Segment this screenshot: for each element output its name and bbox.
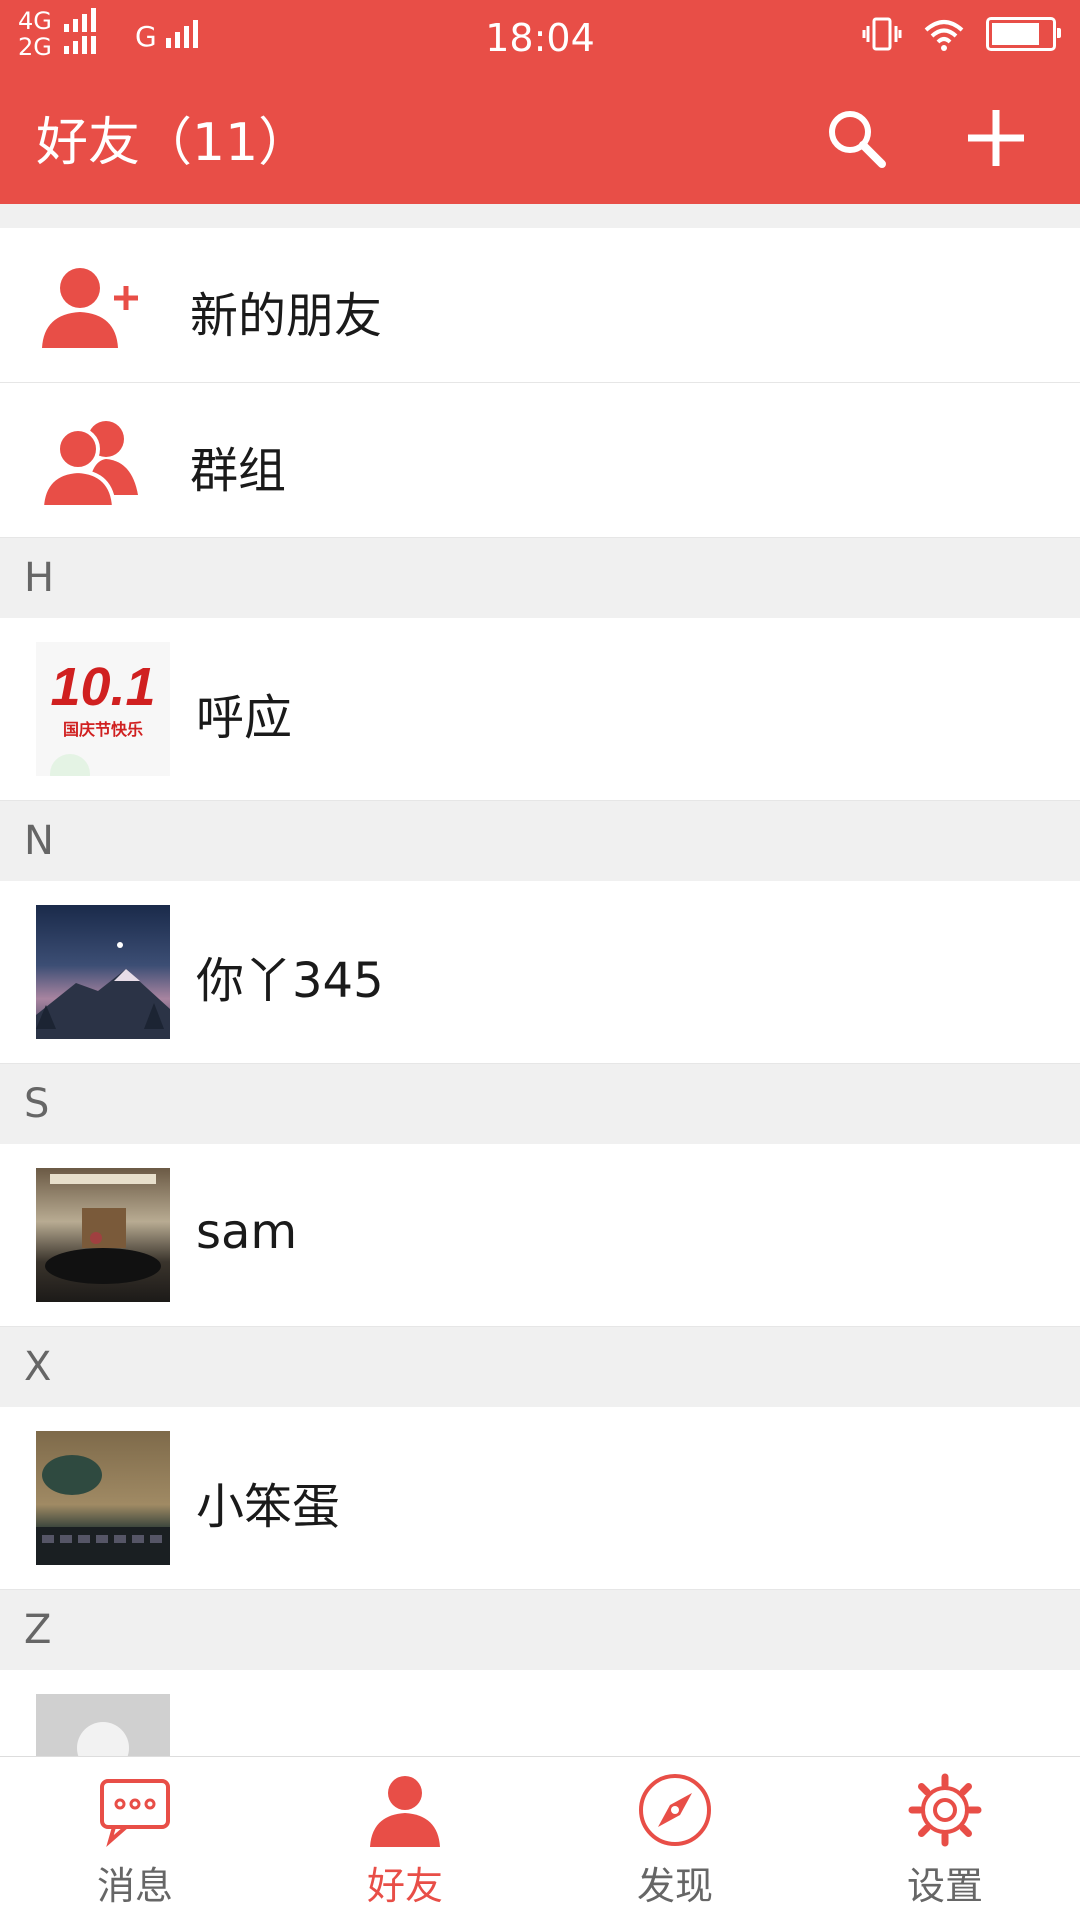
tab-messages[interactable]: 消息 — [0, 1757, 270, 1921]
avatar-text: 10.1 — [50, 657, 156, 717]
compass-icon — [639, 1774, 711, 1846]
plus-icon — [968, 110, 1024, 166]
message-icon — [100, 1779, 170, 1847]
group-icon — [40, 421, 138, 509]
avatar — [36, 1168, 170, 1302]
contact-name: 你丫345 — [196, 953, 384, 1009]
section-header-h: H — [0, 538, 1080, 618]
gear-icon — [908, 1773, 982, 1847]
status-right — [862, 14, 1061, 54]
tab-settings-label: 设置 — [906, 1864, 983, 1908]
battery-icon — [986, 17, 1061, 51]
search-button[interactable] — [820, 102, 892, 174]
section-header-n: N — [0, 801, 1080, 881]
avatar — [36, 1431, 170, 1565]
contact-name: 呼应 — [196, 690, 293, 746]
app-bar: 好友（11） — [0, 72, 1080, 204]
contact-row[interactable]: 10.1 国庆节快乐 呼应 — [0, 618, 1080, 801]
tab-discover-label: 发现 — [636, 1864, 713, 1908]
page-title: 好友（11） — [36, 113, 311, 173]
contact-row[interactable]: sam — [0, 1144, 1080, 1327]
vibrate-icon — [862, 17, 902, 51]
search-icon — [829, 111, 886, 168]
section-header-x: X — [0, 1327, 1080, 1407]
friends-list: 新的朋友 群组 H 10.1 国庆节快乐 呼应 N 你丫345 S sam X … — [0, 228, 1080, 1853]
contact-row[interactable]: 你丫345 — [0, 881, 1080, 1064]
avatar-subtext: 国庆节快乐 — [62, 720, 143, 739]
avatar — [36, 905, 170, 1039]
wifi-icon — [924, 20, 964, 51]
tab-discover[interactable]: 发现 — [540, 1757, 810, 1921]
new-friends-label: 新的朋友 — [190, 288, 383, 344]
person-icon — [370, 1776, 440, 1847]
add-button[interactable] — [960, 102, 1032, 174]
groups-label: 群组 — [190, 443, 287, 499]
bottom-tab-bar: 消息 好友 发现 设置 — [0, 1756, 1080, 1921]
add-user-icon — [42, 268, 138, 348]
groups-item[interactable]: 群组 — [0, 383, 1080, 538]
section-header-s: S — [0, 1064, 1080, 1144]
tab-settings[interactable]: 设置 — [810, 1757, 1080, 1921]
contact-row[interactable]: 小笨蛋 — [0, 1407, 1080, 1590]
avatar: 10.1 国庆节快乐 — [36, 642, 170, 776]
tab-friends[interactable]: 好友 — [270, 1757, 540, 1921]
section-header-z: Z — [0, 1590, 1080, 1670]
tab-messages-label: 消息 — [96, 1864, 173, 1908]
contact-name: 小笨蛋 — [196, 1479, 341, 1535]
tab-friends-label: 好友 — [366, 1864, 443, 1908]
status-bar: 4G 2G G 18:04 — [0, 0, 1080, 72]
contact-name: sam — [196, 1204, 298, 1260]
new-friends-item[interactable]: 新的朋友 — [0, 228, 1080, 383]
